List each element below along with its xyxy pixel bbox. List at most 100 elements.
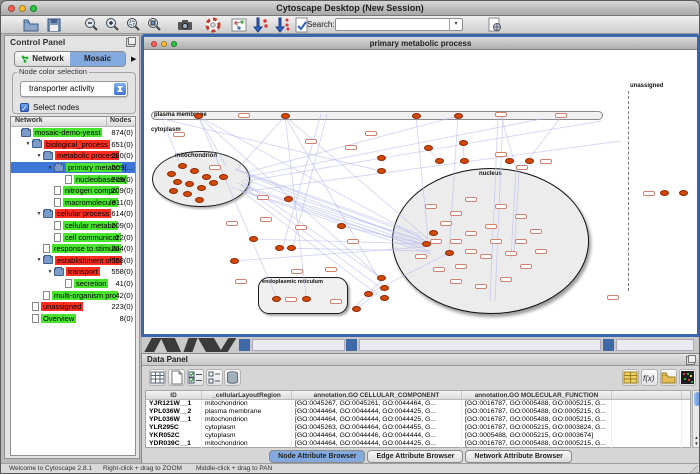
- layout-icon-b[interactable]: [275, 17, 291, 33]
- table-row-ykr052c[interactable]: YKR052Ccytoplasm[GO:0044464, GO:0044446,…: [146, 432, 690, 440]
- tab-mosaic[interactable]: Mosaic: [70, 52, 125, 66]
- tree-row-transport[interactable]: ▼transport558(0): [11, 266, 135, 278]
- network-tree-header: Network Nodes: [11, 117, 135, 127]
- table-scrollbar[interactable]: ▲▼: [692, 390, 700, 448]
- tree-row-nucleobase-co[interactable]: nucleobase-co209(0): [11, 173, 135, 185]
- search-options-icon[interactable]: [487, 17, 503, 33]
- node-count: 874(0): [111, 128, 133, 137]
- data-panel-float-icon[interactable]: [686, 356, 695, 365]
- cell-filler: [612, 408, 682, 416]
- node-count: 311(0): [112, 198, 133, 207]
- tree-row-cellular-process[interactable]: ▼cellular process614(0): [11, 208, 135, 220]
- float-panel-icon[interactable]: [126, 38, 135, 47]
- unselect-attributes-icon[interactable]: [206, 369, 223, 386]
- tree-row-response-to-stimulu[interactable]: response to stimulu264(0): [11, 243, 135, 255]
- expand-icon[interactable]: ▼: [35, 211, 43, 217]
- tree-row-mosaic-demo-yeast[interactable]: mosaic-demo-yeast874(0): [11, 127, 135, 139]
- create-attribute-icon[interactable]: [168, 369, 185, 386]
- node-color-dropdown[interactable]: transporter activity: [20, 81, 128, 97]
- frame-minimize-icon[interactable]: [161, 41, 167, 47]
- import-table-icon[interactable]: [622, 369, 639, 386]
- column-header-blank[interactable]: [612, 391, 682, 399]
- open-folder-icon[interactable]: [660, 369, 677, 386]
- select-attributes-icon[interactable]: [187, 369, 204, 386]
- tree-row-nitrogen-compo[interactable]: nitrogen compo209(0): [11, 185, 135, 197]
- table-row-yjr121w-1[interactable]: YJR121W__1mitochondrion[GO:0045267, GO:0…: [146, 400, 690, 408]
- column-header-cellularlayoutregion[interactable]: _cellularLayoutRegion: [202, 391, 292, 399]
- tree-row-overview[interactable]: Overview8(0): [11, 313, 135, 325]
- zoom-fit-icon[interactable]: [146, 17, 162, 33]
- zoom-selected-icon[interactable]: [125, 17, 141, 33]
- tree-row-cell-communicat[interactable]: cell communicat22(0): [11, 231, 135, 243]
- table-row-ypl036w-2[interactable]: YPL036W__2plasma membrane[GO:0044464, GO…: [146, 408, 690, 416]
- data-panel-title: Data Panel: [147, 355, 188, 364]
- frame-maximize-icon[interactable]: [171, 41, 177, 47]
- zoom-in-icon[interactable]: [104, 17, 120, 33]
- tab-network-attribute-browser[interactable]: Network Attribute Browser: [465, 450, 571, 463]
- expand-icon[interactable]: ▼: [46, 269, 54, 275]
- zoom-out-icon[interactable]: [83, 17, 99, 33]
- tree-row-unassigned[interactable]: unassigned223(0): [11, 301, 135, 313]
- table-row-ypl036w-1[interactable]: YPL036W__1mitochondrion[GO:0044464, GO:0…: [146, 416, 690, 424]
- resize-grip[interactable]: [690, 465, 698, 473]
- scrollbar-thumb[interactable]: [694, 392, 700, 406]
- tab-edge-attribute-browser[interactable]: Edge Attribute Browser: [367, 450, 463, 463]
- data-panel-toolbar: f(x): [142, 367, 699, 389]
- save-session-icon[interactable]: [46, 17, 62, 33]
- page-icon: [65, 175, 72, 184]
- tree-label: cell communicat: [63, 233, 121, 242]
- page-icon: [32, 314, 39, 323]
- scrollbar-arrows-icon[interactable]: ▲▼: [693, 435, 700, 447]
- help-icon[interactable]: [205, 17, 221, 33]
- network-overview-icon[interactable]: [231, 17, 247, 33]
- column-header-id[interactable]: ID: [146, 391, 202, 399]
- tab-network[interactable]: Network: [15, 52, 70, 66]
- search-input[interactable]: [337, 19, 449, 30]
- data-panel-header[interactable]: Data Panel: [142, 354, 699, 366]
- expand-icon[interactable]: ▼: [35, 257, 43, 263]
- tab-node-attribute-browser[interactable]: Node Attribute Browser: [269, 450, 365, 463]
- expand-icon[interactable]: ▼: [24, 141, 32, 147]
- maximize-icon[interactable]: [30, 5, 37, 12]
- column-header-annotation-go-cellular-component[interactable]: annotation.GO CELLULAR_COMPONENT: [292, 391, 462, 399]
- expand-icon[interactable]: ▼: [46, 165, 54, 171]
- page-icon: [54, 221, 61, 230]
- tree-row-metabolic-process[interactable]: ▼metabolic process280(0): [11, 150, 135, 162]
- select-nodes-label: Select nodes: [33, 103, 79, 112]
- tab-overflow-icon[interactable]: ▶: [131, 55, 136, 63]
- table-row-ydr039c-1[interactable]: YDR039C__1mitochondrion[GO:0044464, GO:0…: [146, 440, 690, 448]
- tree-row-primary-metabo[interactable]: ▼primary metabo209(...: [11, 162, 135, 174]
- matrix-icon[interactable]: [679, 369, 696, 386]
- folder-icon: [54, 268, 64, 276]
- page-icon: [43, 244, 50, 253]
- cell-cellular: [GO:0044464, GO:0044444, GO:0044425, G..…: [292, 416, 462, 424]
- node-count: 209(0): [111, 175, 133, 184]
- search-dropdown-icon[interactable]: ▾: [449, 19, 462, 30]
- layout-icon-a[interactable]: [253, 17, 269, 33]
- tree-row-secretion[interactable]: secretion41(0): [11, 278, 135, 290]
- snapshot-icon[interactable]: [177, 17, 193, 33]
- close-icon[interactable]: [8, 5, 15, 12]
- cell-region: mitochondrion: [202, 416, 292, 424]
- tree-row-biological-process[interactable]: ▼biological_process651(0): [11, 139, 135, 151]
- tree-row-macromolecule[interactable]: macromolecule311(0): [11, 197, 135, 209]
- table-row-ylr295c[interactable]: YLR295Ccytoplasm[GO:0045263, GO:0044464,…: [146, 424, 690, 432]
- network-view-titlebar[interactable]: primary metabolic process: [144, 37, 697, 50]
- tree-row-cellular-metabo[interactable]: cellular metabo209(0): [11, 220, 135, 232]
- tree-row-multi-organism-pro[interactable]: multi-organism pro42(0): [11, 289, 135, 301]
- node-count: 558(0): [111, 267, 133, 276]
- delete-attribute-icon[interactable]: [224, 369, 241, 386]
- frame-close-icon[interactable]: [151, 41, 157, 47]
- tree-label: cellular metabo: [63, 221, 118, 230]
- function-builder-icon[interactable]: f(x): [641, 369, 658, 386]
- expand-icon[interactable]: ▼: [35, 153, 43, 159]
- tree-row-establishment-of-lo[interactable]: ▼establishment of lo558(0): [11, 255, 135, 267]
- cell-filler: [612, 400, 682, 408]
- search-label: Search:: [307, 20, 335, 29]
- minimize-icon[interactable]: [19, 5, 26, 12]
- column-header-annotation-go-molecular-function[interactable]: annotation.GO MOLECULAR_FUNCTION: [462, 391, 612, 399]
- attribute-table[interactable]: ID_cellularLayoutRegionannotation.GO CEL…: [145, 390, 691, 448]
- open-session-icon[interactable]: [23, 17, 39, 33]
- select-nodes-checkbox[interactable]: ✓: [20, 103, 29, 112]
- attribute-select-icon[interactable]: [149, 369, 166, 386]
